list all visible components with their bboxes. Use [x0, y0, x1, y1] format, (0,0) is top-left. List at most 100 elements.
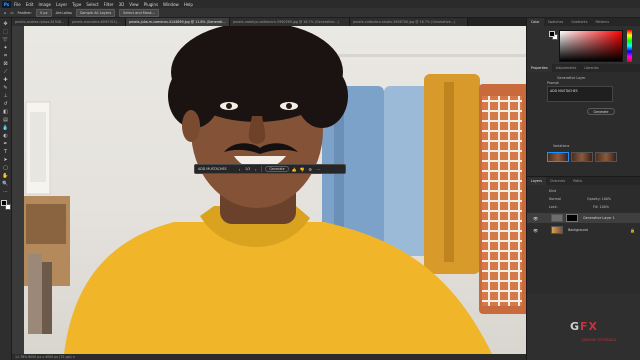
tab-gradients[interactable]: Gradients [567, 18, 591, 26]
eyedropper-icon[interactable]: ⟋ [2, 69, 10, 76]
magic-wand-icon[interactable]: ✦ [2, 45, 10, 52]
pen-tool-icon[interactable]: ✒ [2, 141, 10, 148]
prompt-text[interactable]: ADD MUSTACHES [198, 167, 234, 171]
color-panel-tabs: Color Swatches Gradients Patterns [527, 18, 640, 26]
more-icon[interactable]: ⋯ [316, 167, 321, 172]
menu-help[interactable]: Help [184, 2, 193, 7]
properties-tabs: Properties Adjustments Libraries [527, 64, 640, 72]
tab-patterns[interactable]: Patterns [591, 18, 613, 26]
type-tool-icon[interactable]: T [2, 149, 10, 156]
brush-tool-icon[interactable]: ✎ [2, 85, 10, 92]
document-tab[interactable]: pexels-andrea-rpiazz-8194838.jpg @ 16.7%… [12, 18, 69, 26]
tab-color[interactable]: Color [527, 18, 544, 26]
layer-name: Generative Layer 1 [583, 216, 615, 220]
options-bar: ⌂ ▭ Feather: 0 px Anti-alias Sample All … [0, 8, 640, 18]
marquee-tool-icon[interactable]: ▭ [10, 11, 13, 15]
kind-filter[interactable]: Kind [549, 189, 556, 193]
prompt-label: Prompt [547, 81, 559, 85]
prompt-field[interactable]: ADD MUSTACHES [547, 86, 613, 102]
divider [261, 166, 263, 172]
menu-filter[interactable]: Filter [104, 2, 114, 7]
canvas-area[interactable]: ADD MUSTACHES ‹ 1/3 › Generate 👍 👎 ⚙ ⋯ [12, 26, 526, 354]
layer-mask-thumbnail[interactable] [566, 214, 579, 222]
home-icon[interactable]: ⌂ [4, 11, 6, 15]
blur-tool-icon[interactable]: 💧 [2, 125, 10, 132]
foreground-color-swatch[interactable] [0, 200, 7, 206]
variation-thumbnail[interactable] [571, 152, 593, 162]
lock-label: Lock: [549, 205, 558, 209]
tab-adjustments[interactable]: Adjustments [552, 64, 581, 72]
tab-libraries[interactable]: Libraries [580, 64, 602, 72]
layer-row[interactable]: 👁 Generative Layer 1 [527, 213, 640, 223]
more-tools-icon[interactable]: ⋯ [2, 189, 10, 196]
history-brush-icon[interactable]: ↺ [2, 101, 10, 108]
chevron-right-icon[interactable]: › [253, 167, 258, 172]
document-tab[interactable]: pexels-cottonbro-studio-5698700.jpg @ 16… [350, 18, 468, 26]
menu-bar: Ps File Edit Image Layer Type Select Fil… [0, 0, 640, 8]
menu-file[interactable]: File [14, 2, 21, 7]
thumbs-down-icon[interactable]: 👎 [300, 167, 305, 172]
lock-icon: 🔒 [630, 227, 635, 233]
feather-input[interactable]: 0 px [35, 8, 52, 17]
menu-plugins[interactable]: Plugins [144, 2, 158, 7]
settings-icon[interactable]: ⚙ [308, 167, 313, 172]
menu-select[interactable]: Select [86, 2, 98, 7]
layer-thumbnail [551, 226, 564, 234]
fill-field[interactable]: Fill: 100% [593, 205, 609, 209]
generate-button[interactable]: Generate [265, 166, 289, 172]
menu-layer[interactable]: Layer [56, 2, 67, 7]
menu-image[interactable]: Image [38, 2, 51, 7]
frame-tool-icon[interactable]: ⊠ [2, 61, 10, 68]
variations-thumbnails [547, 152, 617, 162]
menu-edit[interactable]: Edit [26, 2, 34, 7]
marquee-tool-icon[interactable]: ⬚ [2, 29, 10, 36]
dodge-tool-icon[interactable]: ◐ [2, 133, 10, 140]
document-tabs: pexels-andrea-rpiazz-8194838.jpg @ 16.7%… [12, 18, 526, 26]
thumbs-up-icon[interactable]: 👍 [292, 167, 297, 172]
photo-canvas[interactable] [24, 26, 526, 354]
document-tab-active[interactable]: pexels-julia-m-cameron-4144899.jpg @ 11.… [126, 18, 230, 26]
blend-mode-select[interactable]: Normal [549, 197, 561, 201]
menu-type[interactable]: Type [72, 2, 81, 7]
clone-stamp-icon[interactable]: ⊥ [2, 93, 10, 100]
menu-3d[interactable]: 3D [119, 2, 125, 7]
crop-tool-icon[interactable]: ⌗ [2, 53, 10, 60]
gradient-tool-icon[interactable]: ▤ [2, 117, 10, 124]
tab-layers[interactable]: Layers [527, 177, 546, 185]
zoom-tool-icon[interactable]: 🔍 [2, 181, 10, 188]
variation-thumbnail[interactable] [547, 152, 569, 162]
healing-brush-icon[interactable]: ✚ [2, 77, 10, 84]
properties-panel: Properties Adjustments Libraries Generat… [527, 64, 640, 192]
anti-alias-checkbox[interactable]: Anti-alias [56, 11, 72, 15]
lasso-tool-icon[interactable]: ➰ [2, 37, 10, 44]
eye-icon[interactable]: 👁 [533, 216, 538, 221]
foreground-color-chip[interactable] [549, 31, 555, 37]
select-and-mask-button[interactable]: Select and Mask... [119, 8, 160, 17]
path-selection-icon[interactable]: ➤ [2, 157, 10, 164]
hand-tool-icon[interactable]: ✋ [2, 173, 10, 180]
layer-row[interactable]: 👁 Background 🔒 [527, 225, 640, 235]
eye-icon[interactable]: 👁 [533, 228, 538, 233]
menu-window[interactable]: Window [163, 2, 179, 7]
tab-swatches[interactable]: Swatches [544, 18, 568, 26]
sample-all-layers-button[interactable]: Sample All Layers [75, 8, 116, 17]
color-picker-field[interactable] [559, 30, 623, 62]
tab-channels[interactable]: Channels [546, 177, 569, 185]
hue-slider[interactable] [627, 30, 632, 62]
opacity-field[interactable]: Opacity: 100% [587, 197, 611, 201]
tab-properties[interactable]: Properties [527, 64, 552, 72]
menu-view[interactable]: View [129, 2, 139, 7]
variation-thumbnail[interactable] [595, 152, 617, 162]
color-swatches[interactable] [0, 200, 11, 210]
rectangle-tool-icon[interactable]: ▢ [2, 165, 10, 172]
document-tab[interactable]: pexels-nataliya-vaitkevich-5990769.jpg @… [230, 18, 350, 26]
generate-button[interactable]: Generate [587, 108, 615, 115]
variation-counter: 1/3 [245, 167, 251, 171]
eraser-icon[interactable]: ◧ [2, 109, 10, 116]
photoshop-logo: Ps [2, 0, 11, 8]
document-tab[interactable]: pexels-monstera-8095703.jpg @ 25% (Gener… [69, 18, 126, 26]
chevron-left-icon[interactable]: ‹ [237, 167, 242, 172]
tab-paths[interactable]: Paths [569, 177, 586, 185]
layers-panel: Layers Channels Paths Kind Normal Opacit… [527, 176, 640, 294]
move-tool-icon[interactable]: ✥ [2, 21, 10, 28]
